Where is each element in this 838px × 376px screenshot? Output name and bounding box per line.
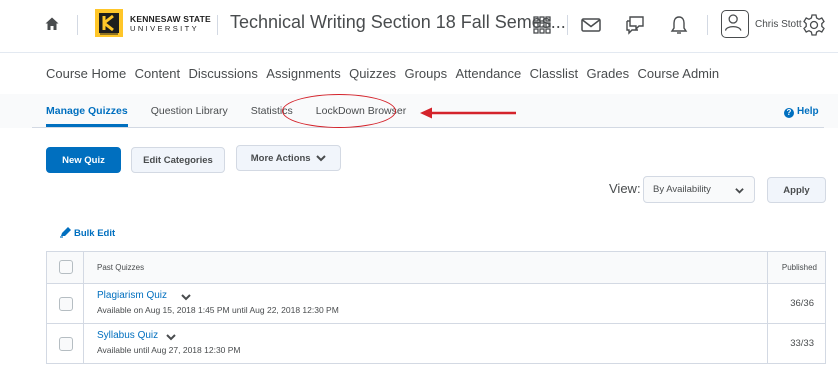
help-link[interactable]: ? Help xyxy=(784,106,819,118)
quiz-availability: Available until Aug 27, 2018 12:30 PM xyxy=(97,345,241,355)
checkbox-column xyxy=(47,252,84,283)
divider xyxy=(217,15,218,35)
chat-icon[interactable] xyxy=(624,14,646,36)
chevron-down-icon xyxy=(316,155,326,162)
nav-groups[interactable]: Groups xyxy=(404,66,447,81)
published-column: 33/33 xyxy=(767,324,825,363)
annotation-arrow-icon xyxy=(420,107,516,119)
quiz-name-link[interactable]: Plagiarism Quiz xyxy=(97,290,167,301)
top-navbar: KENNESAW STATE UNIVERSITY Technical Writ… xyxy=(0,0,838,52)
more-actions-label: More Actions xyxy=(250,153,311,164)
logo-wordmark: KENNESAW STATE UNIVERSITY xyxy=(130,14,211,34)
chevron-down-icon xyxy=(735,188,744,194)
nav-content[interactable]: Content xyxy=(135,66,181,81)
logo-line1: KENNESAW STATE xyxy=(130,14,211,24)
quiz-name-link[interactable]: Syllabus Quiz xyxy=(97,330,158,341)
tab-question-library[interactable]: Question Library xyxy=(151,105,228,117)
help-label: Help xyxy=(797,106,819,117)
view-select-value: By Availability xyxy=(653,184,711,195)
tab-manage-quizzes[interactable]: Manage Quizzes xyxy=(46,105,128,127)
nav-attendance[interactable]: Attendance xyxy=(455,66,521,81)
bulk-edit-label: Bulk Edit xyxy=(74,228,116,239)
view-label: View: xyxy=(609,181,641,196)
course-navbar: Course Home Content Discussions Assignme… xyxy=(0,52,838,94)
table-section-header: Past Quizzes Published xyxy=(47,252,825,284)
course-nav-list: Course Home Content Discussions Assignme… xyxy=(46,66,728,81)
nav-quizzes[interactable]: Quizzes xyxy=(349,66,396,81)
select-all-checkbox[interactable] xyxy=(59,260,73,274)
divider xyxy=(567,15,568,35)
tab-underline xyxy=(32,127,824,128)
published-count: 33/33 xyxy=(790,338,814,349)
quiz-availability: Available on Aug 15, 2018 1:45 PM until … xyxy=(97,305,339,315)
view-select[interactable]: By Availability xyxy=(643,176,755,203)
divider xyxy=(77,15,78,35)
past-quizzes-header: Past Quizzes xyxy=(97,263,145,272)
nav-course-home[interactable]: Course Home xyxy=(46,66,126,81)
quiz-table: Past Quizzes Published Plagiarism Quiz A… xyxy=(46,251,826,364)
bulk-edit-link[interactable]: Bulk Edit xyxy=(59,226,115,239)
mail-icon[interactable] xyxy=(580,14,602,36)
checkbox-column xyxy=(47,284,84,323)
row-checkbox[interactable] xyxy=(59,337,73,351)
user-avatar-icon[interactable] xyxy=(721,10,749,38)
nav-classlist[interactable]: Classlist xyxy=(530,66,578,81)
logo-line2: UNIVERSITY xyxy=(130,24,200,33)
help-icon: ? xyxy=(784,108,794,118)
published-column: Published xyxy=(767,252,825,283)
table-row: Plagiarism Quiz Available on Aug 15, 201… xyxy=(47,284,825,324)
published-column: 36/36 xyxy=(767,284,825,323)
ksu-logo-icon xyxy=(95,9,123,37)
pencil-icon xyxy=(60,227,71,238)
nav-grades[interactable]: Grades xyxy=(586,66,629,81)
published-count: 36/36 xyxy=(790,298,814,309)
nav-discussions[interactable]: Discussions xyxy=(189,66,258,81)
bell-icon[interactable] xyxy=(668,14,690,36)
divider xyxy=(707,15,708,35)
home-icon[interactable] xyxy=(44,16,60,32)
course-title[interactable]: Technical Writing Section 18 Fall Semes.… xyxy=(230,12,566,33)
gear-icon[interactable] xyxy=(802,13,826,37)
chevron-down-icon[interactable] xyxy=(181,292,191,302)
new-quiz-button[interactable]: New Quiz xyxy=(46,147,121,173)
nav-assignments[interactable]: Assignments xyxy=(266,66,340,81)
apply-button[interactable]: Apply xyxy=(767,177,826,203)
waffle-grid-icon[interactable] xyxy=(531,14,553,36)
checkbox-column xyxy=(47,324,84,363)
chevron-down-icon[interactable] xyxy=(166,332,176,342)
more-actions-button[interactable]: More Actions xyxy=(236,145,341,171)
nav-course-admin[interactable]: Course Admin xyxy=(637,66,719,81)
published-header: Published xyxy=(781,263,817,272)
table-row: Syllabus Quiz Available until Aug 27, 20… xyxy=(47,324,825,364)
user-name[interactable]: Chris Stott xyxy=(755,19,802,30)
row-checkbox[interactable] xyxy=(59,297,73,311)
edit-categories-button[interactable]: Edit Categories xyxy=(131,147,225,173)
annotation-highlight-circle xyxy=(282,94,396,128)
